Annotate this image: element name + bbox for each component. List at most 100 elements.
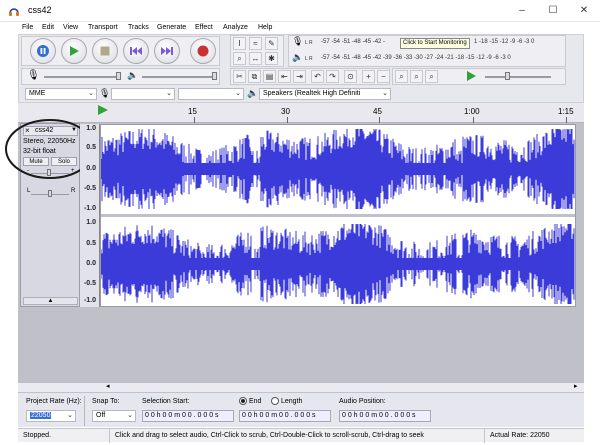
audio-host-select[interactable]: MME ⌄ (25, 88, 97, 100)
project-rate-label: Project Rate (Hz): (26, 398, 82, 405)
scale-label: 0.0 (86, 260, 96, 267)
silence-icon[interactable]: ⇥ (293, 70, 306, 83)
scroll-left-icon[interactable]: ◂ (106, 382, 110, 390)
menu-help[interactable]: Help (258, 22, 272, 34)
pause-button[interactable] (30, 38, 56, 64)
audacity-logo-icon (8, 5, 20, 17)
undo-icon[interactable]: ↶ (311, 70, 324, 83)
record-meter-scale-right: 1 -18 -15 -12 -9 -6 -3 0 (474, 39, 535, 45)
copy-icon[interactable]: ⧉ (248, 70, 261, 83)
scale-label: 0.0 (86, 165, 96, 172)
device-toolbar: MME ⌄ 🎙 ⌄ ⌄ 🔈 Speakers (Realtek High Defi… (21, 87, 566, 102)
record-meter-scale[interactable]: -57 -54 -51 -48 -45 -42 - (321, 39, 385, 45)
playback-meter-scale[interactable]: -57 -54 -51 -48 -45 -42 -39 -36 -33 -30 … (321, 55, 511, 61)
scale-label: 1.0 (86, 219, 96, 226)
snap-to-label: Snap To: (92, 398, 120, 405)
menu-file[interactable]: File (22, 22, 33, 34)
playback-device-select[interactable]: Speakers (Realtek High Definiti ⌄ (259, 88, 391, 100)
pan-slider[interactable] (48, 190, 52, 197)
scale-label: 0.5 (86, 144, 96, 151)
menu-tracks[interactable]: Tracks (128, 22, 149, 34)
snap-to-select[interactable]: Off ⌄ (92, 410, 136, 422)
chevron-down-icon: ⌄ (166, 90, 172, 97)
selection-start-field[interactable]: 0 0 h 0 0 m 0 0 . 0 0 0 s (142, 410, 234, 422)
play-speed-track (485, 76, 551, 78)
title-bar: css42 – ☐ ✕ (0, 0, 600, 22)
collapse-track-button[interactable]: ▲ (23, 297, 78, 305)
play-speed-slider[interactable] (505, 72, 510, 80)
pan-right-label: R (71, 188, 76, 194)
zoom-toolbar: ⌕ ⌕ ⌕ (392, 68, 566, 85)
speaker-icon[interactable]: 🔈 (292, 52, 303, 63)
selection-start-label: Selection Start: (142, 398, 190, 405)
status-hint: Click and drag to select audio, Ctrl-Cli… (110, 429, 485, 443)
playback-device-icon: 🔈 (247, 88, 259, 98)
zoom-out-icon[interactable]: − (377, 70, 390, 83)
time-shift-tool-icon[interactable]: ↔ (249, 52, 262, 65)
timeline-ruler[interactable]: 15 30 45 1:00 1:15 (18, 103, 584, 123)
waveform-panel[interactable] (100, 124, 576, 307)
horizontal-scrollbar[interactable]: ◂ ▸ (18, 382, 584, 392)
zoom-tool-icon[interactable]: ⌕ (233, 52, 246, 65)
separator (84, 396, 85, 426)
maximize-button[interactable]: ☐ (540, 3, 566, 19)
selection-end-field[interactable]: 0 0 h 0 0 m 0 0 . 0 0 0 s (239, 410, 331, 422)
channel-separator (101, 214, 575, 217)
audio-host-value: MME (29, 90, 46, 97)
multi-tool-icon[interactable]: ✱ (265, 52, 278, 65)
menu-analyze[interactable]: Analyze (223, 22, 248, 34)
chevron-down-icon: ⌄ (88, 90, 94, 97)
fit-project-icon[interactable]: ⌕ (410, 70, 423, 83)
zoom-in-icon[interactable]: + (362, 70, 375, 83)
project-rate-select[interactable]: 22050 ⌄ (26, 410, 76, 422)
selection-tool-icon[interactable]: I (233, 37, 246, 50)
tick-label: 1:15 (558, 107, 574, 116)
tick-label: 1:00 (464, 107, 480, 116)
cut-icon[interactable]: ✂ (233, 70, 246, 83)
playback-meter-channels: L R (305, 56, 313, 62)
skip-to-start-button[interactable] (123, 38, 149, 64)
status-state: Stopped. (18, 429, 110, 443)
monitoring-tooltip: Click to Start Monitoring (400, 38, 470, 49)
window-title: css42 (28, 5, 52, 15)
record-button[interactable] (190, 38, 216, 64)
recording-volume-slider[interactable] (116, 72, 121, 80)
recording-channels-select[interactable]: ⌄ (178, 88, 244, 100)
length-radio[interactable] (271, 397, 279, 405)
menu-effect[interactable]: Effect (195, 22, 213, 34)
end-radio-label: End (249, 398, 262, 405)
play-at-speed-button[interactable] (465, 70, 477, 84)
microphone-icon[interactable]: 🎙 (292, 36, 303, 47)
project-rate-value: 22050 (30, 412, 52, 419)
paste-icon[interactable]: ▤ (263, 70, 276, 83)
sync-lock-icon[interactable]: ⊙ (344, 70, 357, 83)
menu-bar: File Edit View Transport Tracks Generate… (0, 22, 600, 34)
amplitude-scale[interactable]: 1.0 0.5 0.0 -0.5 -1.0 1.0 0.5 0.0 -0.5 -… (80, 124, 100, 307)
close-button[interactable]: ✕ (571, 3, 597, 19)
status-actual-rate: Actual Rate: 22050 (490, 432, 550, 439)
menu-edit[interactable]: Edit (42, 22, 54, 34)
mixer-toolbar: 🎙 🔈 (21, 68, 220, 85)
waveform[interactable] (100, 125, 575, 306)
playback-volume-slider[interactable] (212, 72, 217, 80)
recording-device-select[interactable]: ⌄ (111, 88, 175, 100)
redo-icon[interactable]: ↷ (326, 70, 339, 83)
fit-selection-icon[interactable]: ⌕ (395, 70, 408, 83)
scroll-right-icon[interactable]: ▸ (574, 382, 578, 390)
trim-icon[interactable]: ⇤ (278, 70, 291, 83)
play-button[interactable] (61, 38, 87, 64)
end-radio[interactable] (239, 397, 247, 405)
minimize-button[interactable]: – (509, 3, 535, 19)
envelope-tool-icon[interactable]: ≈ (249, 37, 262, 50)
stop-button[interactable] (92, 38, 118, 64)
chevron-down-icon: ⌄ (382, 90, 388, 97)
menu-generate[interactable]: Generate (157, 22, 186, 34)
draw-tool-icon[interactable]: ✎ (265, 37, 278, 50)
waveform-channel (100, 224, 575, 304)
audio-position-field[interactable]: 0 0 h 0 0 m 0 0 . 0 0 0 s (339, 410, 431, 422)
menu-view[interactable]: View (63, 22, 78, 34)
scale-label: 1.0 (86, 125, 96, 132)
skip-to-end-button[interactable] (154, 38, 180, 64)
menu-transport[interactable]: Transport (88, 22, 118, 34)
zoom-toggle-icon[interactable]: ⌕ (425, 70, 438, 83)
